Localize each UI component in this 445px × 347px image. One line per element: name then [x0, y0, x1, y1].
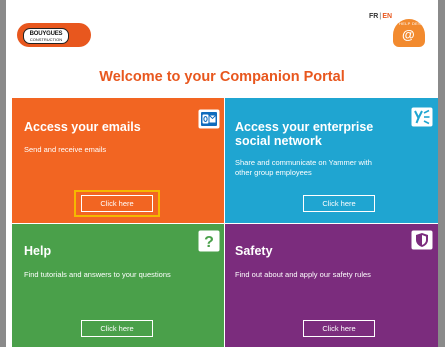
tile-emails: Access your emails Send and receive emai…	[12, 98, 224, 223]
helpdesk-badge[interactable]: HELP DESK @	[393, 19, 425, 47]
tile-social-network: Access your enterprise social network Sh…	[225, 98, 438, 223]
safety-click-here-button[interactable]: Click here	[303, 320, 375, 337]
logo-line2: CONSTRUCTION	[29, 37, 63, 42]
tile-safety-title: Safety	[235, 244, 273, 258]
tile-emails-title: Access your emails	[24, 120, 141, 134]
lang-en-link[interactable]: EN	[382, 13, 392, 20]
yammer-icon	[411, 107, 433, 127]
tile-safety-description: Find out about and apply our safety rule…	[235, 270, 371, 279]
page-title: Welcome to your Companion Portal	[99, 69, 345, 85]
tile-help: Help Find tutorials and answers to your …	[12, 224, 224, 347]
tile-safety: Safety Find out about and apply our safe…	[225, 224, 438, 347]
at-icon: @	[402, 27, 415, 42]
bouygues-logo[interactable]: BOUYGUES CONSTRUCTION	[17, 23, 91, 47]
tile-social-title: Access your enterprise social network	[235, 120, 374, 148]
svg-text:?: ?	[204, 234, 214, 251]
logo-line1: BOUYGUES	[29, 31, 63, 37]
language-switcher: FR|EN	[369, 13, 392, 20]
helpdesk-badge-label: HELP DESK	[399, 21, 425, 26]
tile-help-description: Find tutorials and answers to your quest…	[24, 270, 171, 279]
help-click-here-button[interactable]: Click here	[81, 320, 153, 337]
emails-click-here-button[interactable]: Click here	[81, 195, 153, 212]
shield-icon	[411, 230, 433, 250]
tile-emails-description: Send and receive emails	[24, 145, 107, 154]
outlook-icon	[198, 109, 220, 129]
portal-page: BOUYGUES CONSTRUCTION FR|EN HELP DESK @ …	[6, 0, 438, 347]
social-click-here-button[interactable]: Click here	[303, 195, 375, 212]
lang-fr-link[interactable]: FR	[369, 13, 378, 20]
question-icon: ?	[198, 230, 220, 252]
tile-help-title: Help	[24, 244, 52, 258]
tile-social-description: Share and communicate on Yammer with oth…	[235, 158, 372, 177]
